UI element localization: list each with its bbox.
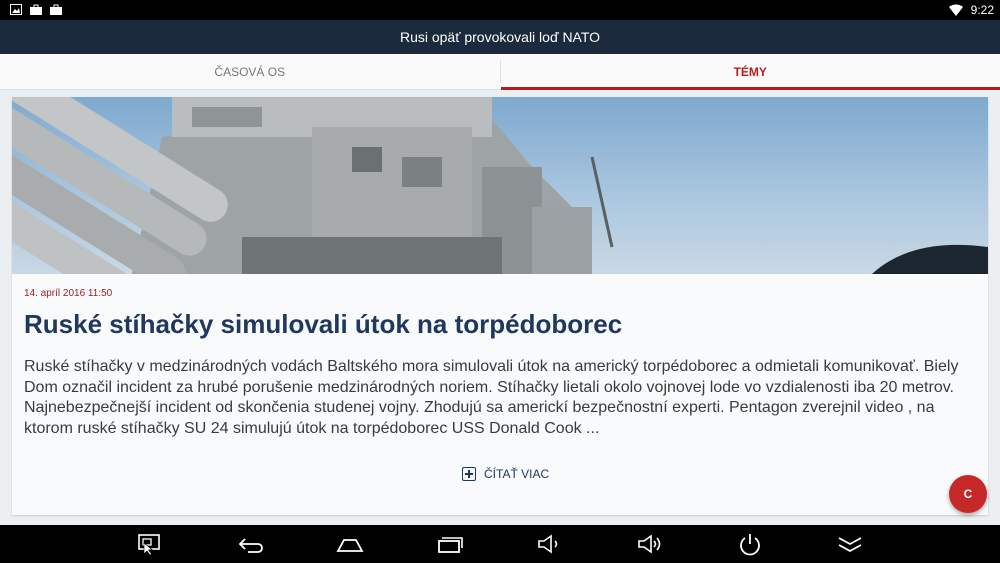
power-icon[interactable]: [736, 532, 764, 556]
plus-box-icon: [462, 467, 476, 481]
system-nav-bar: [0, 525, 1000, 563]
back-icon[interactable]: [236, 532, 264, 556]
article-headline[interactable]: Ruské stíhačky simulovali útok na torpéd…: [24, 309, 622, 340]
app-title-bar: Rusi opäť provokovali loď NATO: [0, 20, 1000, 54]
read-more-label: ČÍTAŤ VIAC: [484, 467, 550, 481]
tab-casova-os[interactable]: ČASOVÁ OS: [0, 54, 500, 89]
read-more-button[interactable]: ČÍTAŤ VIAC: [462, 467, 549, 481]
article-body: Ruské stíhačky v medzinárodných vodách B…: [24, 358, 959, 437]
tab-bar: ČASOVÁ OS TÉMY: [0, 54, 1000, 90]
volume-down-icon[interactable]: [536, 532, 564, 556]
warship-illustration: [12, 97, 988, 274]
hero-image[interactable]: [12, 97, 988, 274]
recents-icon[interactable]: [436, 532, 464, 556]
refresh-fab-button[interactable]: C: [949, 475, 987, 513]
screenshot-icon[interactable]: [136, 532, 164, 556]
bag-notification-icon: [50, 4, 62, 15]
image-notification-icon: [10, 4, 22, 15]
page-title: Rusi opäť provokovali loď NATO: [399, 29, 601, 45]
volume-up-icon[interactable]: [636, 532, 664, 556]
hide-nav-icon[interactable]: [836, 532, 864, 556]
status-time: 9:22: [970, 3, 994, 17]
article-date: 14. apríl 2016 11:50: [24, 288, 113, 299]
bag-notification-icon: [30, 4, 42, 15]
wifi-icon: [948, 4, 963, 16]
article-card[interactable]: 14. apríl 2016 11:50 Ruské stíhačky simu…: [12, 97, 988, 515]
tab-temy[interactable]: TÉMY: [500, 54, 1000, 90]
status-bar: 9:22: [0, 0, 1000, 20]
home-icon[interactable]: [336, 532, 364, 556]
